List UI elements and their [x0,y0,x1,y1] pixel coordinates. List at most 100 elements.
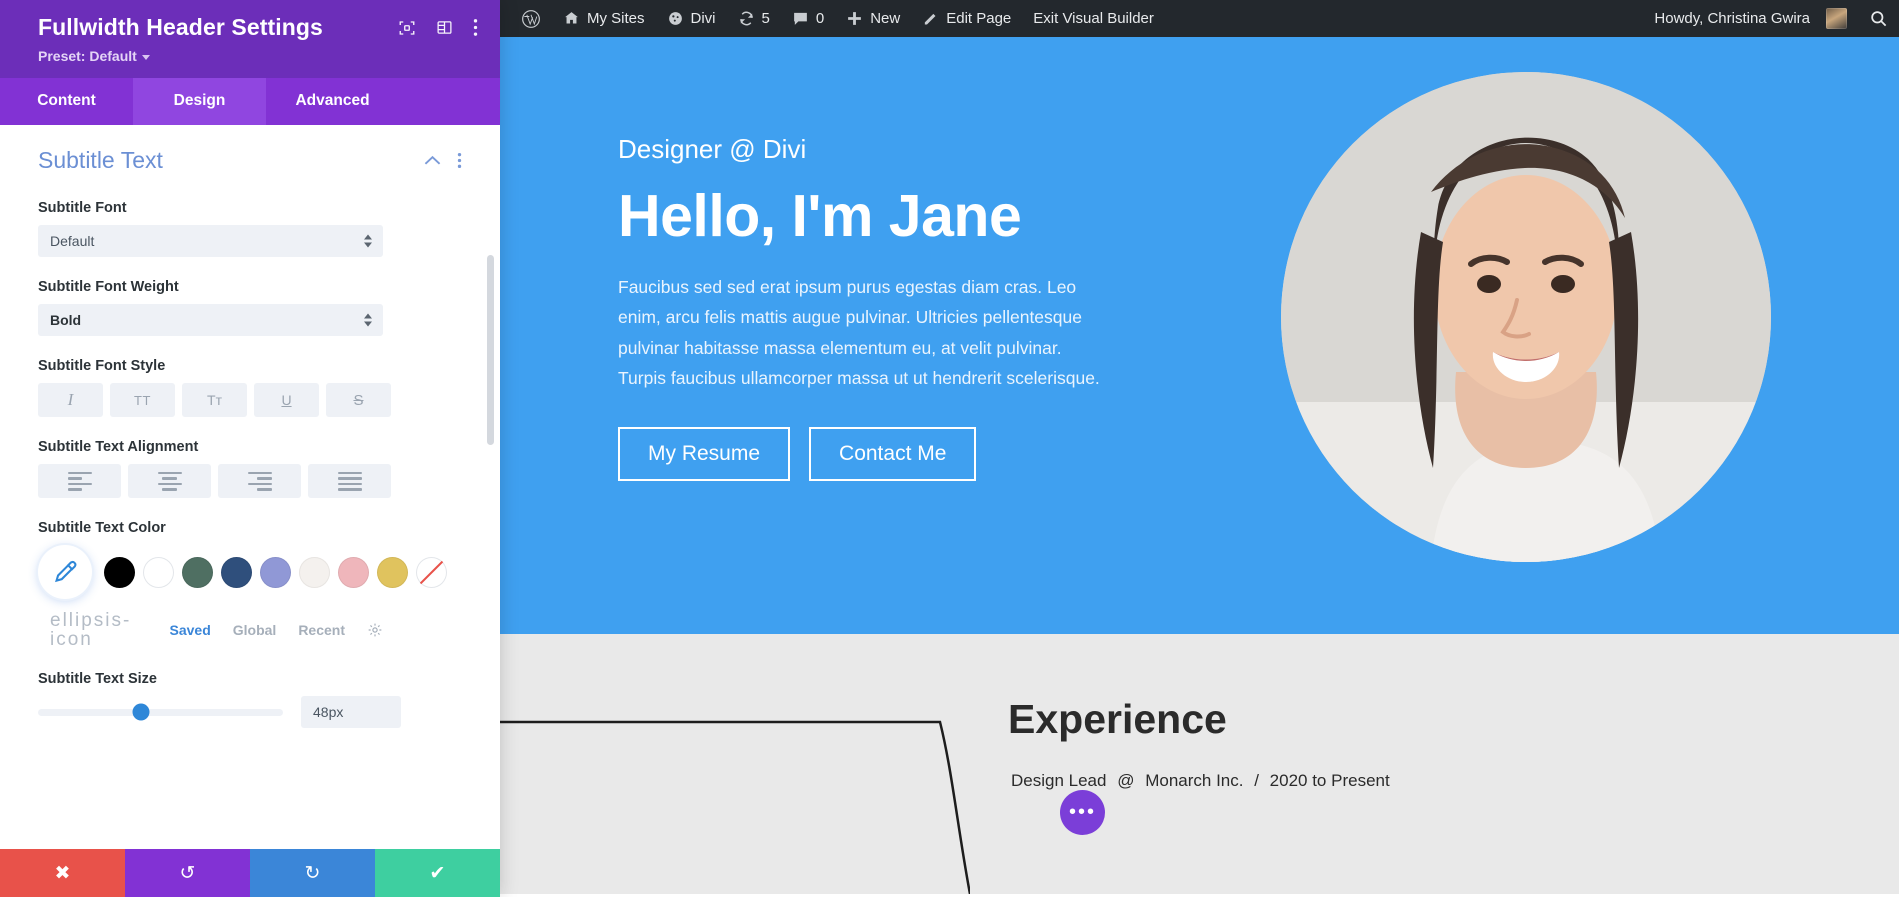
select-arrows-icon [364,234,372,248]
swatch-gold[interactable] [377,556,408,588]
ab-item-updates[interactable]: 5 [727,0,781,37]
align-justify-icon [337,471,362,491]
subtitle-font-value: Default [50,233,95,249]
color-swatch-list [104,556,447,588]
outline-shape-svg [500,720,970,894]
layout-columns-icon[interactable] [436,19,453,36]
experience-company: Monarch Inc. [1145,771,1244,790]
hero-title: Hello, I'm Jane [618,183,1022,249]
color-tab-saved[interactable]: Saved [170,622,211,638]
swatch-periwinkle[interactable] [260,556,291,588]
ab-item-search[interactable] [1858,0,1899,37]
ab-item-exit-visual-builder[interactable]: Exit Visual Builder [1022,0,1165,37]
experience-role: Design Lead [1011,771,1107,790]
subtitle-font-weight-select[interactable]: Bold [38,304,383,336]
hero-portrait-photo [1281,72,1771,562]
redo-button[interactable]: ↻ [250,849,375,897]
settings-panel-header: Fullwidth Header Settings Preset: Defaul… [0,0,500,78]
experience-title: Experience [1008,696,1227,742]
pencil-icon [922,10,939,27]
focus-target-icon[interactable] [398,19,416,37]
chevron-up-icon[interactable] [424,155,441,166]
experience-separator: / [1254,771,1259,790]
section-kebab-menu-icon[interactable] [457,152,462,169]
kebab-menu-icon[interactable] [473,18,478,37]
label-subtitle-font-weight: Subtitle Font Weight [38,279,179,295]
ab-item-howdy[interactable]: Howdy, Christina Gwira [1643,0,1858,37]
align-justify-button[interactable] [308,464,391,498]
ab-item-divi[interactable]: Divi [656,0,727,37]
ab-label-edit-page: Edit Page [946,10,1012,27]
field-subtitle-text-size: Subtitle Text Size 48px [38,671,462,728]
align-center-icon [157,471,182,491]
experience-at: @ [1117,771,1135,790]
label-subtitle-font: Subtitle Font [38,200,127,216]
align-center-button[interactable] [128,464,211,498]
ellipsis-icon[interactable]: ellipsis-icon [50,611,170,649]
slider-handle[interactable] [132,703,150,721]
module-settings-panel: Fullwidth Header Settings Preset: Defaul… [0,0,500,897]
page-preview-stage: My Sites Divi 5 0 New Edit Page Exit Vis… [500,0,1899,897]
gear-icon[interactable] [367,622,383,638]
tab-advanced[interactable]: Advanced [266,78,399,125]
swatch-green[interactable] [182,556,213,588]
ab-item-edit-page[interactable]: Edit Page [911,0,1022,37]
undo-button[interactable]: ↺ [125,849,250,897]
ab-label-comments: 0 [815,10,825,27]
tab-content[interactable]: Content [0,78,133,125]
ab-label-new: New [870,10,901,27]
color-source-tabs: Saved Global Recent [170,622,384,638]
updates-icon [738,10,755,27]
module-options-button[interactable]: ••• [1060,790,1105,835]
howdy-label: Howdy, Christina Gwira [1654,10,1810,27]
text-size-input[interactable]: 48px [301,696,401,728]
field-subtitle-font: Subtitle Font Default [38,200,462,257]
cancel-button[interactable]: ✖ [0,849,125,897]
strikethrough-icon: S [353,391,364,409]
color-tab-global[interactable]: Global [233,622,277,638]
strikethrough-button[interactable]: S [326,383,391,417]
swatch-offwhite[interactable] [299,556,330,588]
sites-icon [563,10,580,27]
swatch-pink[interactable] [338,556,369,588]
align-right-button[interactable] [218,464,301,498]
wp-logo-button[interactable] [510,0,552,37]
swatch-white[interactable] [143,556,174,588]
underline-button[interactable]: U [254,383,319,417]
save-button[interactable]: ✔ [375,849,500,897]
ab-item-comments[interactable]: 0 [781,0,835,37]
text-size-slider[interactable] [38,703,283,721]
hero-subtitle: Designer @ Divi [618,134,807,164]
swatch-no-color[interactable] [416,556,447,588]
label-subtitle-text-color: Subtitle Text Color [38,520,166,536]
smallcaps-button[interactable]: Tᴛ [182,383,247,417]
swatch-navy[interactable] [221,556,252,588]
contact-me-button[interactable]: Contact Me [809,426,977,481]
panel-scrollbar[interactable] [487,255,494,445]
search-icon [1869,9,1888,28]
wordpress-logo-icon [521,9,541,29]
experience-dates: 2020 to Present [1269,771,1390,790]
uppercase-button[interactable]: TT [110,383,175,417]
ab-label-exit-visual-builder: Exit Visual Builder [1033,10,1154,27]
decorative-outline-shape [500,720,970,894]
preset-selector[interactable]: Preset: Default [38,48,150,64]
tab-design[interactable]: Design [133,78,266,125]
subtitle-font-select[interactable]: Default [38,225,383,257]
fullwidth-header-module[interactable]: Designer @ Divi Hello, I'm Jane Faucibus… [500,37,1899,634]
field-subtitle-text-alignment: Subtitle Text Alignment [38,439,462,498]
text-size-value: 48px [313,704,344,720]
eyedropper-button[interactable] [38,545,92,599]
divi-icon [667,10,684,27]
ab-item-new[interactable]: New [835,0,911,37]
my-resume-button[interactable]: My Resume [618,426,791,481]
experience-content: Experience Design Lead @ Monarch Inc. / … [1008,696,1393,791]
color-tab-recent[interactable]: Recent [298,622,345,638]
section-title: Subtitle Text [38,147,163,173]
align-left-button[interactable] [38,464,121,498]
text-size-slider-row: 48px [38,696,462,728]
ab-item-my-sites[interactable]: My Sites [552,0,656,37]
italic-button[interactable]: I [38,383,103,417]
hero-button-group: My Resume Contact Me [618,426,1100,481]
swatch-black[interactable] [104,556,135,588]
